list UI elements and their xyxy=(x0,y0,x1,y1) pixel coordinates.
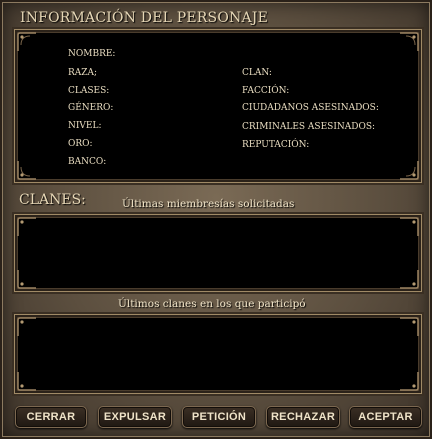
corner-ornament-icon xyxy=(398,216,420,238)
corner-ornament-icon xyxy=(398,159,420,181)
citizens-killed-label: CIUDADANOS ASESINADOS: xyxy=(242,103,379,113)
requested-memberships-label: Últimas miembresías solicitadas xyxy=(122,198,295,210)
criminals-killed-label: CRIMINALES ASESINADOS: xyxy=(242,122,376,132)
corner-ornament-icon xyxy=(16,216,38,238)
bank-label: BANCO: xyxy=(68,157,107,167)
corner-ornament-icon xyxy=(16,31,38,53)
race-label: RAZA; xyxy=(68,68,98,78)
gender-label: GÉNERO: xyxy=(68,103,114,113)
request-button[interactable]: PETICIÓN xyxy=(182,406,256,428)
window-title: INFORMACIÓN DEL PERSONAJE xyxy=(20,10,269,26)
corner-ornament-icon xyxy=(398,316,420,338)
close-button[interactable]: CERRAR xyxy=(15,406,87,428)
reputation-label: REPUTACIÓN: xyxy=(242,140,310,150)
corner-ornament-icon xyxy=(398,31,420,53)
previous-clans-list[interactable] xyxy=(15,315,421,393)
clan-label: CLAN: xyxy=(242,68,272,78)
expel-button[interactable]: EXPULSAR xyxy=(98,406,172,428)
reject-button[interactable]: RECHAZAR xyxy=(266,406,340,428)
classes-label: CLASES: xyxy=(68,86,110,96)
previous-clans-label: Últimos clanes en los que participó xyxy=(118,298,306,310)
corner-ornament-icon xyxy=(16,316,38,338)
corner-ornament-icon xyxy=(16,159,38,181)
name-label: NOMBRE: xyxy=(68,49,116,59)
accept-button[interactable]: ACEPTAR xyxy=(349,406,422,428)
corner-ornament-icon xyxy=(398,370,420,392)
character-info-window: INFORMACIÓN DEL PERSONAJE NOMBRE: RAZA; … xyxy=(0,0,432,439)
corner-ornament-icon xyxy=(16,370,38,392)
faction-label: FACCIÓN: xyxy=(242,86,290,96)
level-label: NIVEL: xyxy=(68,121,102,131)
requested-memberships-list[interactable] xyxy=(15,215,421,291)
corner-ornament-icon xyxy=(16,268,38,290)
gold-label: ORO: xyxy=(68,139,93,149)
clans-heading: CLANES: xyxy=(19,192,86,208)
corner-ornament-icon xyxy=(398,268,420,290)
